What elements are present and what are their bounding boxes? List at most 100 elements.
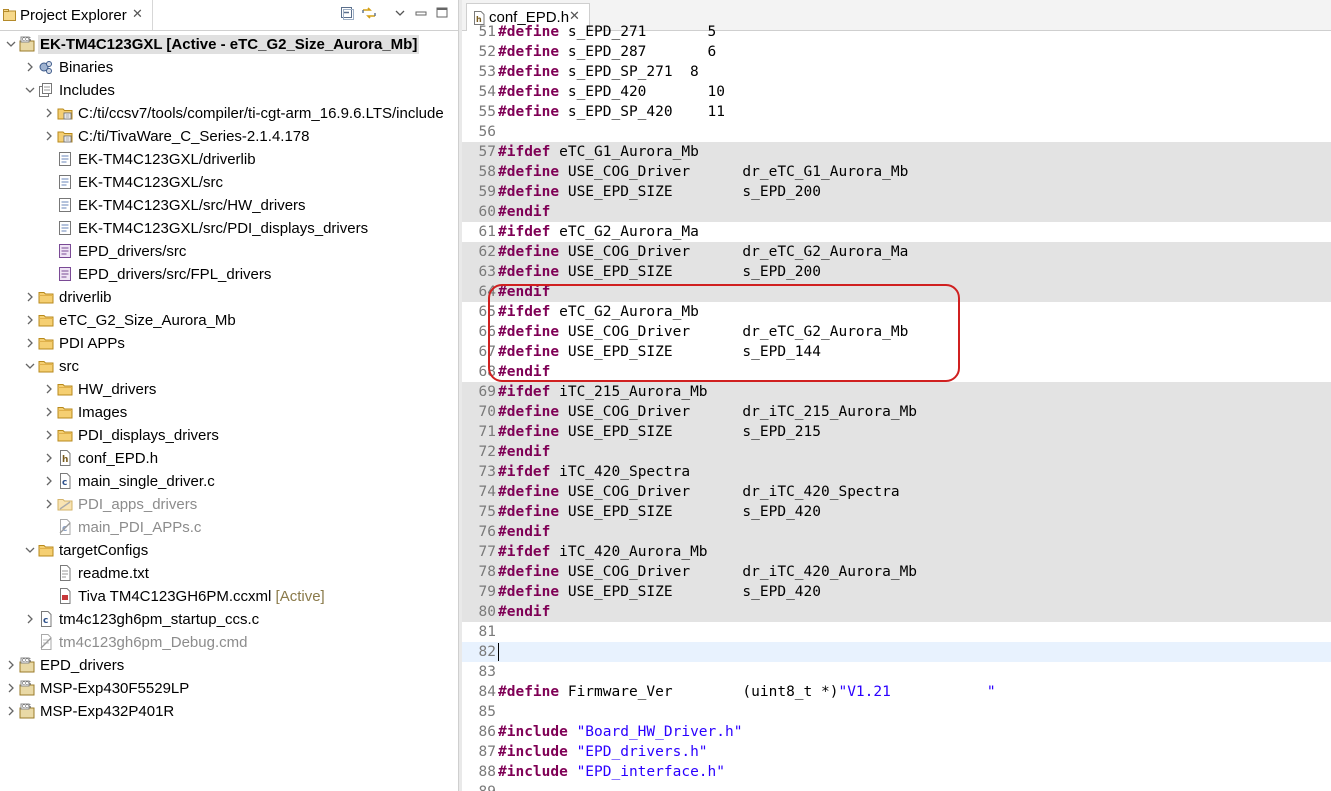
code-line[interactable]: 69 #ifdef iTC_215_Aurora_Mb bbox=[462, 382, 1331, 402]
minimize-icon[interactable] bbox=[413, 5, 429, 21]
tree-item[interactable]: PDI_displays_drivers bbox=[0, 424, 458, 447]
tree-item[interactable]: EPD_drivers/src bbox=[0, 240, 458, 263]
chevron-right-icon[interactable] bbox=[44, 107, 54, 119]
tree-item-text: EK-TM4C123GXL/src/PDI_displays_drivers bbox=[78, 220, 369, 237]
tree-item[interactable]: HW_drivers bbox=[0, 378, 458, 401]
code-line[interactable]: 62 #define USE_COG_Driver dr_eTC_G2_Auror… bbox=[462, 242, 1331, 262]
chevron-right-icon[interactable] bbox=[25, 291, 35, 303]
code-line[interactable]: 84 #define Firmware_Ver (uint8_t *)"V1.21… bbox=[462, 682, 1331, 702]
tree-item[interactable]: readme.txt bbox=[0, 562, 458, 585]
chevron-right-icon[interactable] bbox=[44, 383, 54, 395]
tree-item[interactable]: Tiva TM4C123GH6PM.ccxml [Active] bbox=[0, 585, 458, 608]
code-line[interactable]: 75 #define USE_EPD_SIZE s_EPD_420 bbox=[462, 502, 1331, 522]
code-line[interactable]: 89 bbox=[462, 782, 1331, 791]
code-line[interactable]: 58 #define USE_COG_Driver dr_eTC_G1_Auror… bbox=[462, 162, 1331, 182]
link-with-editor-icon[interactable] bbox=[361, 5, 377, 21]
chevron-right-icon[interactable] bbox=[44, 452, 54, 464]
chevron-right-icon[interactable] bbox=[25, 314, 35, 326]
code-line[interactable]: 59 #define USE_EPD_SIZE s_EPD_200 bbox=[462, 182, 1331, 202]
chevron-down-icon[interactable] bbox=[6, 38, 16, 50]
chevron-right-icon[interactable] bbox=[6, 705, 16, 717]
tree-item[interactable]: Binaries bbox=[0, 56, 458, 79]
code-line[interactable]: 67 #define USE_EPD_SIZE s_EPD_144 bbox=[462, 342, 1331, 362]
code-line[interactable]: 55 #define s_EPD_SP_420 11 bbox=[462, 102, 1331, 122]
chevron-down-icon[interactable] bbox=[25, 544, 35, 556]
code-line[interactable]: 54 #define s_EPD_420 10 bbox=[462, 82, 1331, 102]
chevron-right-icon[interactable] bbox=[44, 429, 54, 441]
code-line[interactable]: 82 bbox=[462, 642, 1331, 662]
code-line[interactable]: 85 bbox=[462, 702, 1331, 722]
code-line[interactable]: 68 #endif bbox=[462, 362, 1331, 382]
code-line[interactable]: 86 #include "Board_HW_Driver.h" bbox=[462, 722, 1331, 742]
code-line[interactable]: 65 #ifdef eTC_G2_Aurora_Mb bbox=[462, 302, 1331, 322]
code-area[interactable]: 51 #define s_EPD_271 5 52 #define s_EPD_287… bbox=[462, 22, 1331, 791]
line-number: 59 bbox=[478, 184, 496, 200]
tree-item[interactable]: Includes bbox=[0, 79, 458, 102]
tree-item[interactable]: CCS MSP-Exp432P401R bbox=[0, 700, 458, 723]
project-explorer-tabbar: Project Explorer ✕ bbox=[0, 0, 458, 31]
tree-item[interactable]: EK-TM4C123GXL/driverlib bbox=[0, 148, 458, 171]
code-line[interactable]: 83 bbox=[462, 662, 1331, 682]
collapse-all-icon[interactable] bbox=[339, 5, 355, 21]
tab-project-explorer[interactable]: Project Explorer ✕ bbox=[0, 0, 153, 30]
tree-item[interactable]: c main_PDI_APPs.c bbox=[0, 516, 458, 539]
tree-item[interactable]: CCS EPD_drivers bbox=[0, 654, 458, 677]
tree-item[interactable]: PDI_apps_drivers bbox=[0, 493, 458, 516]
code-line[interactable]: 78 #define USE_COG_Driver dr_iTC_420_Auro… bbox=[462, 562, 1331, 582]
code-line[interactable]: 71 #define USE_EPD_SIZE s_EPD_215 bbox=[462, 422, 1331, 442]
tree-item[interactable]: Images bbox=[0, 401, 458, 424]
chevron-right-icon[interactable] bbox=[25, 337, 35, 349]
code-line[interactable]: 79 #define USE_EPD_SIZE s_EPD_420 bbox=[462, 582, 1331, 602]
code-line[interactable]: 87 #include "EPD_drivers.h" bbox=[462, 742, 1331, 762]
code-line[interactable]: 64 #endif bbox=[462, 282, 1331, 302]
code-line[interactable]: 72 #endif bbox=[462, 442, 1331, 462]
tree-item[interactable]: h conf_EPD.h bbox=[0, 447, 458, 470]
code-line[interactable]: 53 #define s_EPD_SP_271 8 bbox=[462, 62, 1331, 82]
code-line[interactable]: 76 #endif bbox=[462, 522, 1331, 542]
code-line[interactable]: 73 #ifdef iTC_420_Spectra bbox=[462, 462, 1331, 482]
code-line[interactable]: 61 #ifdef eTC_G2_Aurora_Ma bbox=[462, 222, 1331, 242]
code-line[interactable]: 66 #define USE_COG_Driver dr_eTC_G2_Auror… bbox=[462, 322, 1331, 342]
chevron-right-icon[interactable] bbox=[44, 475, 54, 487]
code-line[interactable]: 57 #ifdef eTC_G1_Aurora_Mb bbox=[462, 142, 1331, 162]
code-line[interactable]: 63 #define USE_EPD_SIZE s_EPD_200 bbox=[462, 262, 1331, 282]
chevron-right-icon[interactable] bbox=[25, 613, 35, 625]
chevron-down-icon[interactable] bbox=[25, 360, 35, 372]
chevron-right-icon[interactable] bbox=[44, 498, 54, 510]
tree-item[interactable]: EK-TM4C123GXL/src/PDI_displays_drivers bbox=[0, 217, 458, 240]
view-menu-icon[interactable] bbox=[392, 5, 408, 21]
tree-item[interactable]: EK-TM4C123GXL/src bbox=[0, 171, 458, 194]
code-line[interactable]: 80 #endif bbox=[462, 602, 1331, 622]
code-line[interactable]: 81 bbox=[462, 622, 1331, 642]
chevron-down-icon[interactable] bbox=[25, 84, 35, 96]
tree-item[interactable]: targetConfigs bbox=[0, 539, 458, 562]
chevron-right-icon[interactable] bbox=[6, 659, 16, 671]
maximize-icon[interactable] bbox=[434, 5, 450, 21]
tree-item[interactable]: CCS EK-TM4C123GXL [Active - eTC_G2_Size_A… bbox=[0, 33, 458, 56]
chevron-right-icon[interactable] bbox=[6, 682, 16, 694]
code-line[interactable]: 77 #ifdef iTC_420_Aurora_Mb bbox=[462, 542, 1331, 562]
tree-item[interactable]: CCS MSP-Exp430F5529LP bbox=[0, 677, 458, 700]
tree-item[interactable]: eTC_G2_Size_Aurora_Mb bbox=[0, 309, 458, 332]
tree-item[interactable]: driverlib bbox=[0, 286, 458, 309]
code-line[interactable]: 52 #define s_EPD_287 6 bbox=[462, 42, 1331, 62]
tree-item[interactable]: EPD_drivers/src/FPL_drivers bbox=[0, 263, 458, 286]
code-line[interactable]: 88 #include "EPD_interface.h" bbox=[462, 762, 1331, 782]
tree-item[interactable]: tm4c123gh6pm_Debug.cmd bbox=[0, 631, 458, 654]
tree-item[interactable]: EK-TM4C123GXL/src/HW_drivers bbox=[0, 194, 458, 217]
tree-item[interactable]: C:/ti/TivaWare_C_Series-2.1.4.178 bbox=[0, 125, 458, 148]
tree-item[interactable]: c main_single_driver.c bbox=[0, 470, 458, 493]
tree-item[interactable]: C:/ti/ccsv7/tools/compiler/ti-cgt-arm_16… bbox=[0, 102, 458, 125]
chevron-right-icon[interactable] bbox=[44, 406, 54, 418]
chevron-right-icon[interactable] bbox=[44, 130, 54, 142]
chevron-right-icon[interactable] bbox=[25, 61, 35, 73]
close-icon[interactable]: ✕ bbox=[132, 6, 143, 22]
code-line[interactable]: 74 #define USE_COG_Driver dr_iTC_420_Spec… bbox=[462, 482, 1331, 502]
tree-item[interactable]: PDI APPs bbox=[0, 332, 458, 355]
code-line[interactable]: 60 #endif bbox=[462, 202, 1331, 222]
code-line[interactable]: 56 bbox=[462, 122, 1331, 142]
code-line[interactable]: 51 #define s_EPD_271 5 bbox=[462, 22, 1331, 42]
tree-item[interactable]: c tm4c123gh6pm_startup_ccs.c bbox=[0, 608, 458, 631]
tree-item[interactable]: src bbox=[0, 355, 458, 378]
code-line[interactable]: 70 #define USE_COG_Driver dr_iTC_215_Auro… bbox=[462, 402, 1331, 422]
